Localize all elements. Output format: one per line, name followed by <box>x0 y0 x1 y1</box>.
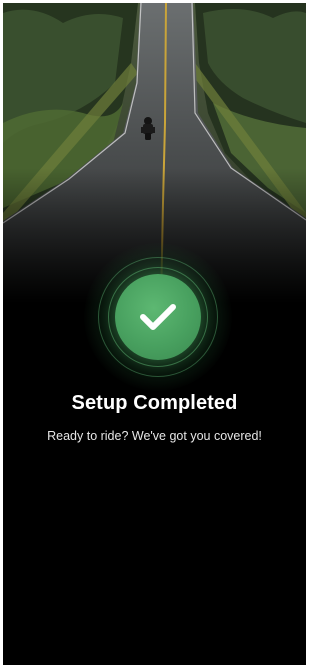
success-badge <box>84 243 232 391</box>
success-circle <box>115 274 201 360</box>
page-title: Setup Completed <box>71 392 238 414</box>
page-subtitle: Ready to ride? We've got you covered! <box>47 429 262 443</box>
setup-complete-screen: Setup Completed Ready to ride? We've got… <box>3 3 306 665</box>
checkmark-icon <box>140 304 176 330</box>
